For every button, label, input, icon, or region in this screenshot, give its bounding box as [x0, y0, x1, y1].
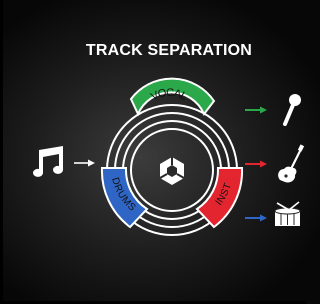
electric-guitar-icon [278, 144, 305, 183]
inst-output-arrow [245, 160, 267, 168]
snare-drum-icon [274, 201, 301, 226]
vocal-output-arrow [245, 106, 267, 114]
microphone-icon [283, 94, 301, 126]
hexagon-logo-icon [159, 157, 185, 185]
music-note-icon [33, 146, 63, 177]
input-arrow [74, 159, 95, 167]
drums-output-arrow [245, 214, 267, 222]
track-separation-diagram: VOCAL DRUMS INST [33, 77, 305, 236]
